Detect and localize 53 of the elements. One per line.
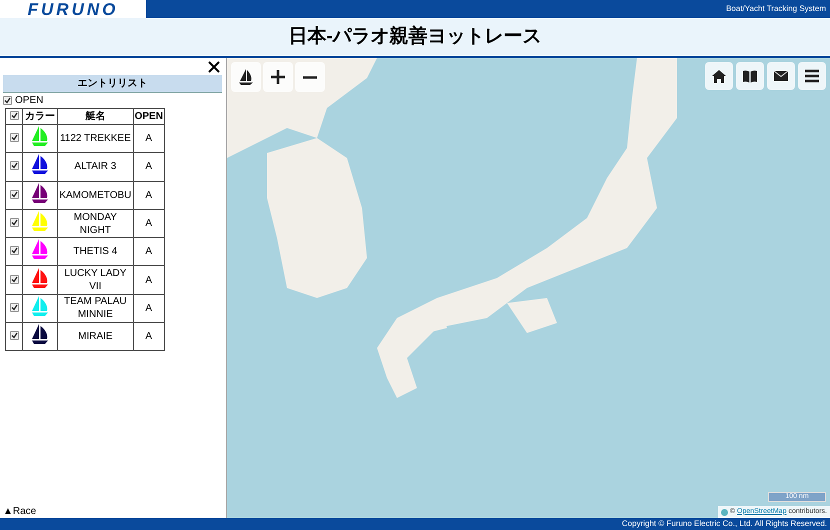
table-cell: LUCKY LADY VII bbox=[58, 266, 134, 294]
table-cell: A bbox=[133, 209, 164, 238]
table-cell: ALTAIR 3 bbox=[58, 152, 134, 182]
table-cell: A bbox=[133, 238, 164, 266]
sailboat-button[interactable] bbox=[231, 62, 261, 92]
system-name: Boat/Yacht Tracking System bbox=[726, 3, 827, 15]
leaflet-icon bbox=[720, 508, 728, 516]
checkbox[interactable] bbox=[10, 190, 19, 199]
table-cell: A bbox=[133, 152, 164, 182]
open-filter-label: OPEN bbox=[15, 94, 44, 108]
copyright-text: Copyright © Furuno Electric Co., Ltd. All Rights Reserved. bbox=[622, 518, 827, 530]
plus-icon bbox=[270, 69, 286, 85]
checkbox[interactable] bbox=[10, 161, 19, 170]
sailboat-icon bbox=[238, 68, 254, 86]
table-cell: A bbox=[133, 266, 164, 294]
checkbox[interactable] bbox=[10, 218, 19, 228]
home-button[interactable] bbox=[705, 62, 733, 90]
book-icon bbox=[742, 70, 758, 82]
table-cell: TEAM PALAU MINNIE bbox=[58, 294, 134, 323]
menu-button[interactable] bbox=[798, 62, 826, 90]
checkbox[interactable] bbox=[10, 302, 19, 312]
mail-icon bbox=[773, 70, 789, 82]
column-header: 艇名 bbox=[58, 108, 134, 124]
close-button[interactable] bbox=[206, 59, 222, 75]
mail-button[interactable] bbox=[767, 62, 795, 90]
column-header: OPEN bbox=[133, 108, 164, 124]
checkbox[interactable] bbox=[10, 274, 19, 284]
panel-title: エントリリスト bbox=[3, 75, 222, 93]
table-cell: A bbox=[133, 181, 164, 210]
home-icon bbox=[711, 68, 727, 84]
book-button[interactable] bbox=[736, 62, 764, 90]
checkbox[interactable] bbox=[10, 133, 19, 142]
checkbox[interactable] bbox=[10, 331, 19, 340]
table-cell: A bbox=[133, 294, 164, 323]
table-cell: 1122 TREKKEE bbox=[58, 124, 134, 153]
checkbox[interactable] bbox=[3, 96, 12, 105]
checkbox[interactable] bbox=[10, 111, 19, 120]
table-cell: MONDAY NIGHT bbox=[58, 209, 134, 238]
page-title: 日本-パラオ親善ヨットレース bbox=[288, 24, 542, 49]
close-icon bbox=[208, 61, 220, 73]
table-cell: THETIS 4 bbox=[58, 238, 134, 266]
table-cell: A bbox=[133, 322, 164, 351]
race-toggle[interactable]: ▲Race bbox=[3, 504, 222, 517]
table-cell: MIRAIE bbox=[58, 322, 134, 351]
menu-icon bbox=[804, 69, 820, 83]
minus-icon bbox=[302, 76, 318, 78]
zoom-out-button[interactable] bbox=[295, 62, 325, 92]
table-cell: KAMOMETOBU bbox=[58, 181, 134, 210]
checkbox[interactable] bbox=[10, 246, 19, 256]
table-cell: A bbox=[133, 124, 164, 153]
column-header: カラー bbox=[22, 108, 58, 124]
logo: FURUNO bbox=[0, 0, 146, 18]
zoom-in-button[interactable] bbox=[263, 62, 293, 92]
